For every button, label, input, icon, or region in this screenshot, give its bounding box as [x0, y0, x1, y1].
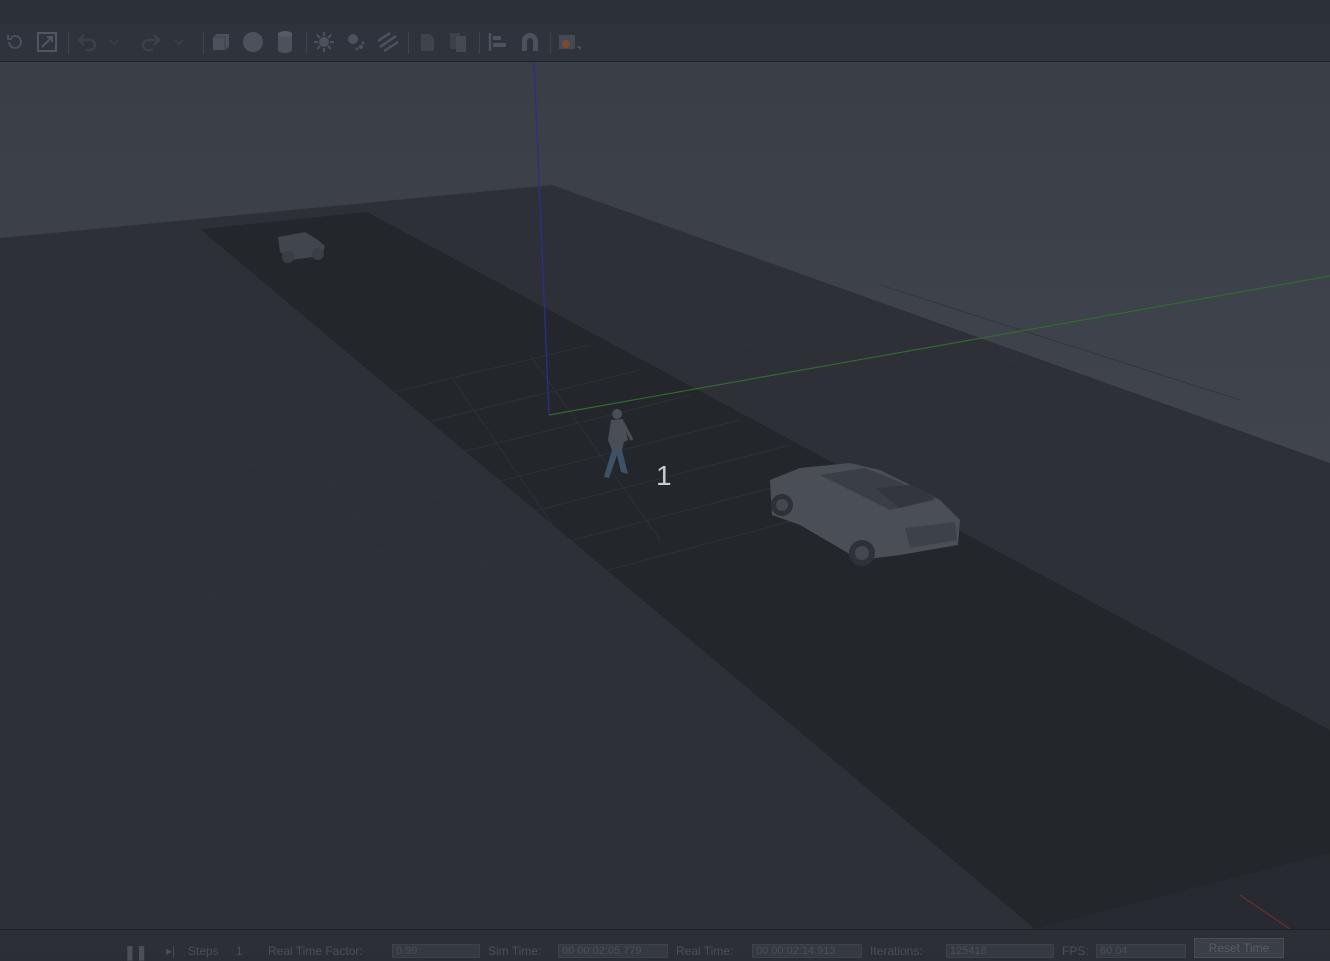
copy-icon[interactable]: [414, 29, 440, 55]
toolbar-separator: [306, 32, 307, 54]
fps-field: 60.04: [1096, 944, 1186, 958]
toolbar-separator: [68, 32, 69, 54]
step-value[interactable]: 1: [236, 944, 243, 958]
undo-icon[interactable]: [74, 29, 100, 55]
sim-time-field: 00 00:02:05.779: [558, 944, 668, 958]
align-icon[interactable]: [485, 29, 511, 55]
toolbar: [0, 24, 1330, 62]
directional-light-icon[interactable]: [375, 29, 401, 55]
rotate-icon[interactable]: [2, 29, 28, 55]
title-bar: [0, 0, 1330, 25]
real-time-factor-field: 0.99: [392, 944, 480, 958]
step-icon[interactable]: ▸|: [166, 944, 175, 958]
reset-time-button[interactable]: Reset Time: [1194, 938, 1284, 958]
toolbar-separator: [408, 32, 409, 54]
box-shape-icon[interactable]: [208, 29, 234, 55]
chevron-down-icon[interactable]: [171, 29, 187, 55]
scale-icon[interactable]: [34, 29, 60, 55]
toolbar-separator: [479, 32, 480, 54]
snap-icon[interactable]: [517, 29, 543, 55]
toolbar-separator: [550, 32, 551, 54]
step-label: Steps: [188, 944, 219, 958]
iterations-label: Iterations:: [870, 944, 923, 958]
3d-viewport[interactable]: 1: [0, 62, 1330, 929]
cylinder-shape-icon[interactable]: [272, 29, 298, 55]
paste-icon[interactable]: [446, 29, 472, 55]
sphere-shape-icon[interactable]: [240, 29, 266, 55]
overlay-label: 1: [656, 460, 672, 491]
bottom-bar: ❚❚ ▸| Steps 1 Real Time Factor: 0.99 Sim…: [0, 929, 1330, 960]
scene-canvas: [0, 62, 1330, 929]
iterations-field: 125418: [946, 944, 1054, 958]
point-light-icon[interactable]: [311, 29, 337, 55]
toolbar-separator: [203, 32, 204, 54]
real-time-factor-label: Real Time Factor:: [268, 944, 363, 958]
redo-icon[interactable]: [138, 29, 164, 55]
real-time-label: Real Time:: [676, 944, 734, 958]
spot-light-icon[interactable]: [343, 29, 369, 55]
chevron-down-icon[interactable]: [106, 29, 122, 55]
real-time-field: 00 00:02:14.913: [752, 944, 862, 958]
screenshot-icon[interactable]: [556, 29, 582, 55]
sim-time-label: Sim Time:: [488, 944, 542, 958]
fps-label: FPS:: [1062, 944, 1089, 958]
